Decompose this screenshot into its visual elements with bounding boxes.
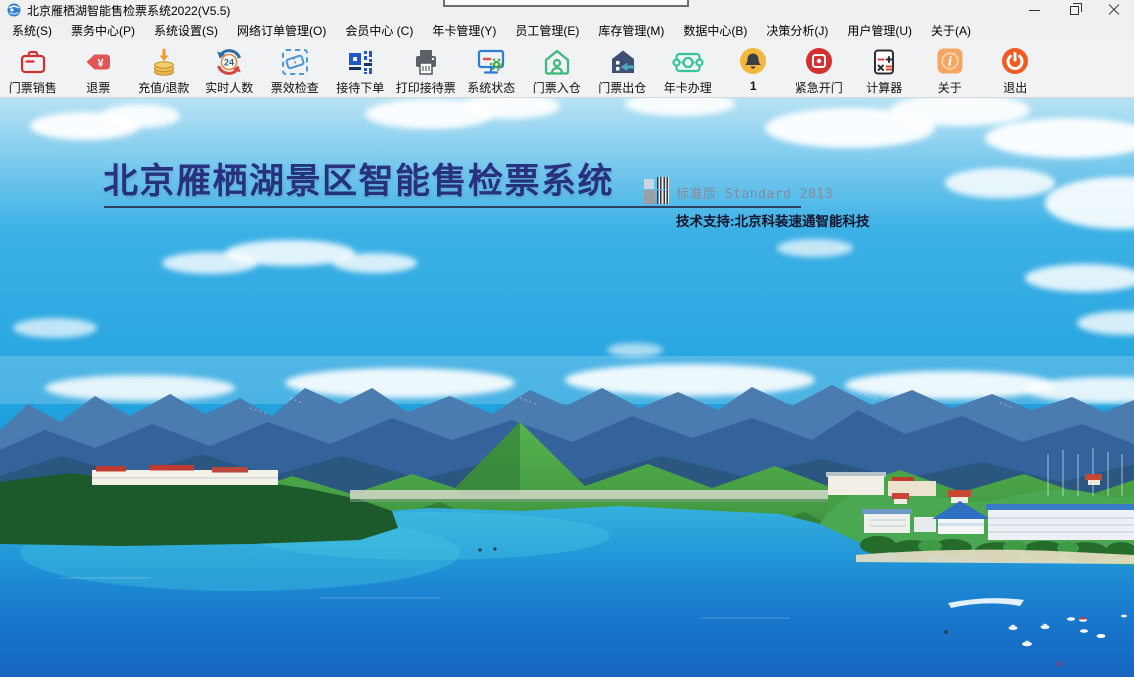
- window-controls: [1014, 0, 1134, 20]
- minimize-button[interactable]: [1014, 0, 1054, 20]
- svg-text:i: i: [947, 55, 952, 69]
- toolbar-label: 年卡办理: [664, 79, 712, 96]
- menu-item-ticket-center[interactable]: 票务中心(P): [67, 20, 139, 41]
- toolbar-label: 实时人数: [205, 79, 253, 96]
- main-content-area: 北京雁栖湖景区智能售检票系统 标准版 Standard 2013 技术支持:北京…: [0, 98, 1134, 677]
- toolbar-button-notifications[interactable]: 1: [721, 40, 787, 93]
- menu-item-system[interactable]: 系统(S): [8, 20, 56, 41]
- ticket-validity-scan-icon: [279, 46, 311, 78]
- menu-bar: 系统(S) 票务中心(P) 系统设置(S) 网络订单管理(O) 会员中心 (C)…: [0, 20, 1134, 40]
- toolbar-label: 系统状态: [467, 79, 515, 96]
- toolbar-button-calculator[interactable]: 计算器: [852, 40, 918, 96]
- toolbar-label: 门票入仓: [533, 79, 581, 96]
- toolbar: 门票销售 ¥ 退票 充值/退款 24 实时人数: [0, 40, 1134, 98]
- menu-item-user-mgmt[interactable]: 用户管理(U): [843, 20, 916, 41]
- menu-item-system-settings[interactable]: 系统设置(S): [150, 20, 222, 41]
- menu-item-network-orders[interactable]: 网络订单管理(O): [233, 20, 330, 41]
- toolbar-button-ticket-sales[interactable]: 门票销售: [0, 40, 66, 96]
- toolbar-label: 关于: [938, 79, 962, 96]
- recharge-refund-icon: [148, 46, 180, 78]
- toolbar-button-realtime-count[interactable]: 24 实时人数: [197, 40, 263, 96]
- menu-item-decision-analysis[interactable]: 决策分析(J): [762, 20, 832, 41]
- menu-item-about[interactable]: 关于(A): [927, 20, 975, 41]
- toolbar-button-emergency-door[interactable]: 紧急开门: [786, 40, 852, 96]
- restore-icon: [1070, 6, 1079, 15]
- system-status-monitor-icon: [475, 46, 507, 78]
- notification-bell-icon: [737, 46, 769, 78]
- app-logo-icon: [7, 3, 21, 17]
- menu-item-data-center[interactable]: 数据中心(B): [679, 20, 751, 41]
- toolbar-button-refund[interactable]: ¥ 退票: [66, 40, 132, 96]
- hero-underline: [104, 206, 801, 208]
- toolbar-label: 退票: [86, 79, 110, 96]
- menu-item-annual-card[interactable]: 年卡管理(Y): [428, 20, 500, 41]
- toolbar-label: 接待下单: [336, 79, 384, 96]
- toolbar-button-ticket-check[interactable]: 票效检查: [262, 40, 328, 96]
- minimize-icon: [1029, 10, 1040, 11]
- svg-text:24: 24: [224, 58, 234, 68]
- toolbar-button-ticket-out[interactable]: 门票出仓: [590, 40, 656, 96]
- hero-heading: 北京雁栖湖景区智能售检票系统: [103, 164, 614, 199]
- toolbar-label: 打印接待票: [396, 79, 456, 96]
- ticket-sales-icon: [17, 46, 49, 78]
- toolbar-button-system-status[interactable]: 系统状态: [459, 40, 525, 96]
- toolbar-button-recharge-refund[interactable]: 充值/退款: [131, 40, 197, 96]
- toolbar-label: 门票出仓: [598, 79, 646, 96]
- title-bar: 北京雁栖湖智能售检票系统2022(V5.5): [0, 0, 1134, 20]
- toolbar-button-ticket-in[interactable]: 门票入仓: [524, 40, 590, 96]
- toolbar-label: 紧急开门: [795, 79, 843, 96]
- toolbar-button-annual-card[interactable]: 年卡办理: [655, 40, 721, 96]
- calculator-icon: [868, 46, 900, 78]
- realtime-count-24-icon: 24: [213, 46, 245, 78]
- menu-item-employee-mgmt[interactable]: 员工管理(E): [511, 20, 583, 41]
- annual-card-icon: [672, 46, 704, 78]
- reception-order-qr-icon: [344, 46, 376, 78]
- close-icon: [1108, 4, 1120, 16]
- emergency-open-door-icon: [803, 46, 835, 78]
- toolbar-button-print-reception[interactable]: 打印接待票: [393, 40, 459, 96]
- exit-power-icon: [999, 46, 1031, 78]
- window-title: 北京雁栖湖智能售检票系统2022(V5.5): [27, 2, 230, 19]
- menu-item-member-center[interactable]: 会员中心 (C): [341, 20, 417, 41]
- svg-text:¥: ¥: [98, 58, 105, 70]
- toolbar-button-exit[interactable]: 退出: [983, 40, 1049, 96]
- print-reception-ticket-icon: [410, 46, 442, 78]
- toolbar-label: 退出: [1003, 79, 1027, 96]
- brand-barcode-logo-icon: [644, 177, 670, 204]
- toolbar-label: 充值/退款: [138, 79, 189, 96]
- notification-count: 1: [750, 79, 757, 93]
- refund-tag-icon: ¥: [82, 46, 114, 78]
- toolbar-label: 计算器: [866, 79, 902, 96]
- toolbar-label: 门票销售: [9, 79, 57, 96]
- close-button[interactable]: [1094, 0, 1134, 20]
- menu-item-inventory-mgmt[interactable]: 库存管理(M): [594, 20, 668, 41]
- overlapping-window-edge: [443, 0, 689, 7]
- support-label: 技术支持:北京科装速通智能科技: [676, 210, 870, 230]
- edition-label: 标准版 Standard 2013: [676, 183, 833, 202]
- toolbar-button-about[interactable]: i 关于: [917, 40, 983, 96]
- restore-button[interactable]: [1054, 0, 1094, 20]
- about-info-icon: i: [934, 46, 966, 78]
- ticket-warehouse-in-icon: [541, 46, 573, 78]
- toolbar-label: 票效检查: [271, 79, 319, 96]
- ticket-warehouse-out-icon: [606, 46, 638, 78]
- toolbar-button-reception-order[interactable]: 接待下单: [328, 40, 394, 96]
